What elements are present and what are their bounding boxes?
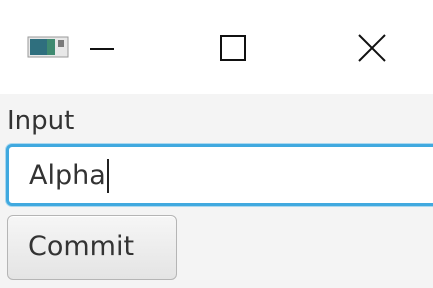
input-field[interactable]: Alpha — [6, 144, 433, 206]
app-icon — [27, 36, 69, 58]
minimize-button[interactable] — [72, 20, 132, 76]
title-bar[interactable] — [0, 0, 433, 94]
maximize-icon — [220, 35, 246, 61]
maximize-button[interactable] — [203, 20, 263, 76]
input-label: Input — [7, 106, 75, 136]
app-window: Input Alpha Commit — [0, 0, 433, 288]
commit-button-label: Commit — [28, 231, 135, 262]
commit-button[interactable]: Commit — [7, 215, 177, 280]
input-value: Alpha — [29, 159, 109, 193]
minimize-icon — [90, 48, 114, 50]
text-caret — [106, 159, 109, 193]
close-icon — [358, 34, 386, 62]
close-button[interactable] — [342, 20, 402, 76]
